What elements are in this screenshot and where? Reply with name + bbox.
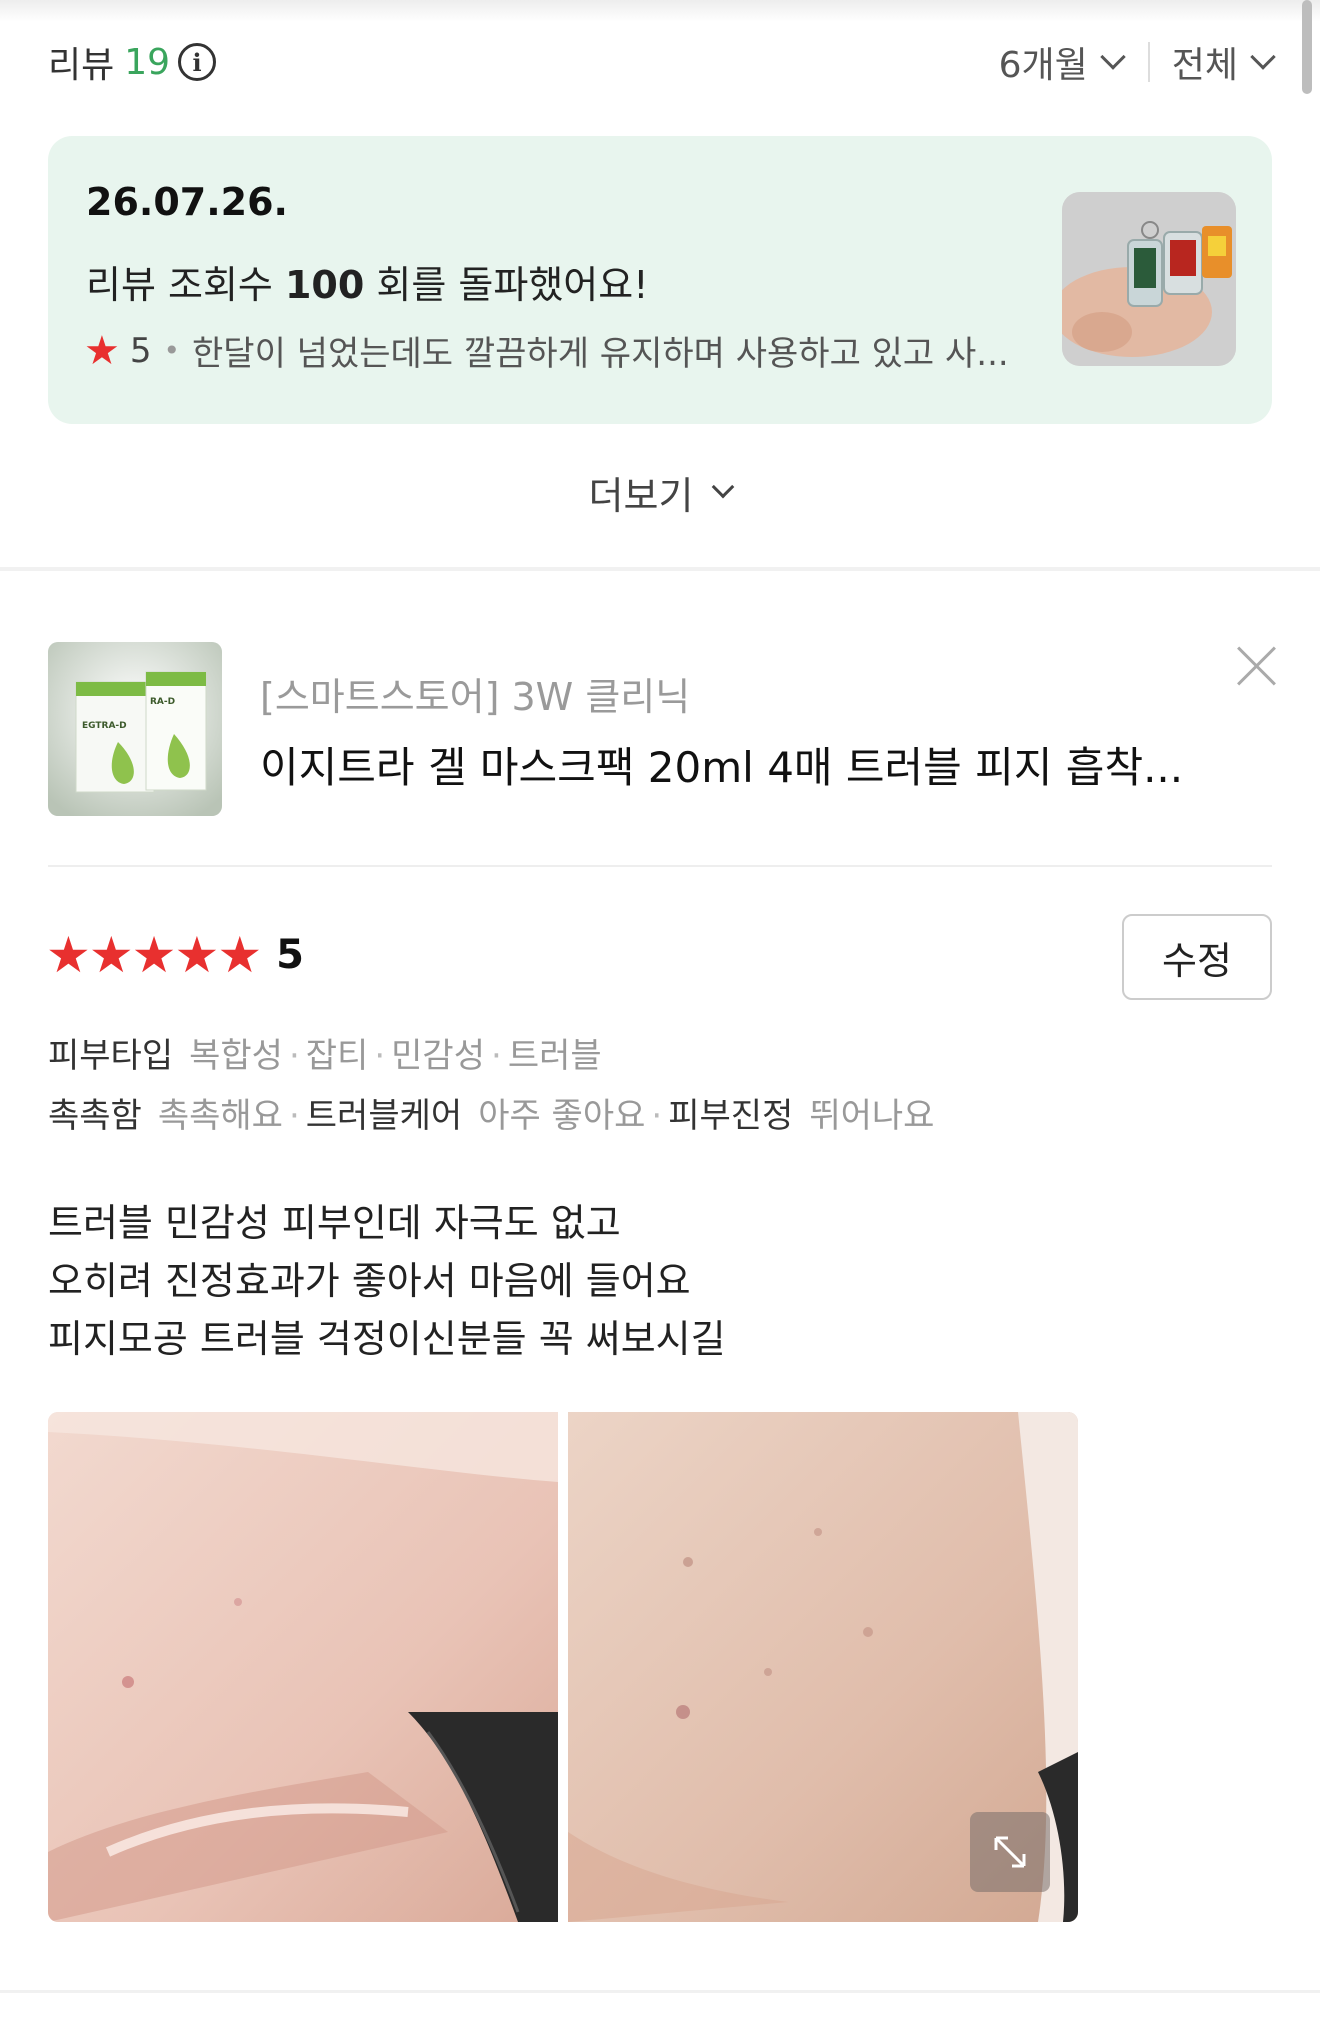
chevron-down-icon: [1250, 44, 1276, 70]
review-body: 트러블 민감성 피부인데 자극도 없고 오히려 진정효과가 좋아서 마음에 들어…: [48, 1194, 726, 1368]
evaluation-key: 피부진정: [668, 1096, 794, 1136]
star-icon: ★: [88, 926, 134, 984]
star-icon: ★: [84, 327, 120, 374]
review-body-line: 트러블 민감성 피부인데 자극도 없고: [48, 1201, 621, 1245]
milestone-card[interactable]: 26.07.26. 리뷰 조회수 100 회를 돌파했어요! ★ 5 • 한달이…: [48, 136, 1272, 424]
review-page: 리뷰 19 i 6개월 전체 26.07.26. 리뷰 조회수 100 회를 돌…: [0, 0, 1320, 2023]
star-icon: ★: [217, 926, 262, 984]
skin-type-value: 잡티: [305, 1036, 369, 1076]
rating-row: ★★★★★ 5: [46, 926, 304, 984]
filter-group: 6개월 전체: [998, 36, 1276, 88]
package-label-2: RA-D: [150, 697, 175, 707]
close-icon[interactable]: [1234, 642, 1280, 688]
milestone-message-suffix: 회를 돌파했어요!: [376, 263, 649, 307]
chevron-down-icon: [1100, 44, 1126, 70]
skin-type-value: 복합성: [189, 1036, 283, 1076]
evaluation-value: 촉촉해요: [157, 1096, 283, 1136]
bottom-divider: [0, 1990, 1320, 1993]
more-button[interactable]: 더보기: [0, 462, 1320, 522]
rating-value: 5: [276, 932, 304, 978]
period-filter-dropdown[interactable]: 6개월: [998, 36, 1126, 88]
chevron-down-icon: [712, 475, 735, 499]
milestone-thumbnail: [1062, 192, 1236, 366]
milestone-score: 5: [129, 330, 152, 371]
store-name[interactable]: [스마트스토어] 3W 클리닉: [260, 666, 690, 721]
star-icon: ★: [174, 926, 219, 984]
skin-type-value: 민감성: [391, 1036, 485, 1076]
type-filter-dropdown[interactable]: 전체: [1171, 36, 1276, 88]
review-body-line: 피지모공 트러블 걱정이신분들 꼭 써보시길: [48, 1317, 726, 1361]
skin-type-row: 피부타입 복합성 · 잡티 · 민감성 · 트러블: [48, 1036, 602, 1076]
milestone-number: 100: [284, 263, 365, 307]
milestone-review-text: 한달이 넘었는데도 깔끔하게 유지하며 사용하고 있고 사...: [192, 334, 1009, 374]
evaluation-key: 트러블케어: [305, 1096, 463, 1136]
product-divider: [48, 865, 1272, 867]
top-shadow: [0, 0, 1320, 22]
milestone-review-snippet: ★ 5 • 한달이 넘었는데도 깔끔하게 유지하며 사용하고 있고 사...: [84, 326, 1064, 375]
review-body-line: 오히려 진정효과가 좋아서 마음에 들어요: [48, 1259, 691, 1303]
review-title: 리뷰: [48, 45, 115, 86]
review-photo-mask[interactable]: [48, 1412, 558, 1922]
edit-button[interactable]: 수정: [1122, 914, 1272, 1000]
review-count: 19: [124, 41, 171, 83]
rating-stars: ★★★★★: [46, 926, 262, 984]
milestone-message-prefix: 리뷰 조회수: [86, 263, 273, 307]
expand-icon[interactable]: [970, 1812, 1050, 1892]
milestone-message: 리뷰 조회수 100 회를 돌파했어요!: [86, 254, 648, 309]
star-icon: ★: [131, 926, 177, 984]
product-name[interactable]: 이지트라 겔 마스크팩 20ml 4매 트러블 피지 흡착...: [260, 734, 1200, 795]
filter-divider: [1147, 42, 1150, 82]
evaluation-value: 뛰어나요: [809, 1096, 935, 1136]
evaluation-value: 아주 좋아요: [478, 1096, 646, 1136]
review-header: 리뷰 19 i 6개월 전체: [48, 36, 1276, 88]
product-thumbnail[interactable]: EGTRA-D RA-D: [48, 642, 222, 816]
scrollbar[interactable]: [1302, 0, 1312, 94]
star-icon: ★: [46, 926, 91, 984]
section-divider: [0, 567, 1320, 571]
skin-type-label: 피부타입: [48, 1036, 174, 1076]
period-filter-label: 6개월: [998, 45, 1088, 86]
evaluation-row: 촉촉함 촉촉해요 · 트러블케어 아주 좋아요 · 피부진정 뛰어나요: [48, 1096, 935, 1136]
milestone-date: 26.07.26.: [86, 180, 288, 224]
package-label-1: EGTRA-D: [82, 721, 127, 731]
type-filter-label: 전체: [1171, 45, 1238, 86]
skin-type-value: 트러블: [507, 1036, 602, 1076]
more-label: 더보기: [588, 473, 694, 518]
evaluation-key: 촉촉함: [48, 1096, 142, 1136]
separator-dot: •: [163, 334, 181, 367]
info-icon[interactable]: i: [178, 43, 217, 81]
